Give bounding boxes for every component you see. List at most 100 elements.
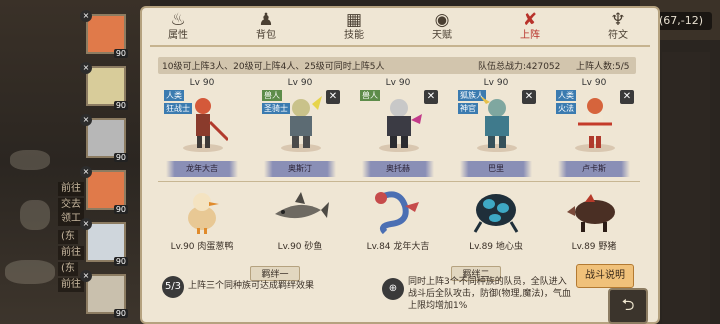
close-icon[interactable]: × [80,270,92,282]
roster-slot[interactable]: × 90 [80,270,132,320]
beast-art [473,194,519,233]
bag-icon: ♟ [258,10,274,30]
card-level: Lv 90 [581,78,607,88]
hero-level: 90 [113,101,128,110]
tab-label: 属性 [168,30,188,41]
battle-info-button[interactable]: 战斗说明 [576,264,634,288]
card-level: Lv 90 [483,78,509,88]
tab-runes[interactable]: ♆ 符文 [590,8,646,46]
tab-label: 上阵 [520,30,540,41]
rune-icon: ♆ [610,10,626,30]
close-icon[interactable]: × [80,166,92,178]
bond-line: 同时上阵3个不同种族的队员，全队进入 [408,277,567,287]
tab-bar: ♨ 属性 ♟ 背包 ▦ 技能 ◉ 天赋 ✘ 上阵 ♆ 符文 [150,8,650,46]
roster-slot[interactable]: × 90 [80,62,132,112]
hero-level: 90 [113,153,128,162]
tab-divider [150,45,650,47]
quest-text[interactable]: (东 [58,262,78,276]
hero-name: 奥托赫 [362,161,434,177]
lineup-card[interactable]: Lv 90 人类 狂战士 龙年大吉 [158,76,246,181]
hero-art [281,96,322,152]
tab-label: 技能 [344,30,364,41]
tab-attributes[interactable]: ♨ 属性 [150,8,206,46]
beast-art [567,194,615,232]
bond-icon: ⊕ [382,278,404,300]
beast-art [188,193,219,234]
remove-icon[interactable]: ✕ [620,90,634,104]
hero-name: 巴里 [460,161,532,177]
tab-talent[interactable]: ◉ 天赋 [414,8,470,46]
close-icon[interactable]: × [80,218,92,230]
book-icon: ▦ [345,10,363,30]
hero-art [379,99,422,152]
bond-badge: 5/3 [162,276,184,298]
hero-art [477,96,517,152]
beast-art [375,191,419,234]
beast-name: Lv.89 野猪 [571,242,617,252]
card-level: Lv 90 [189,78,215,88]
lineup-card[interactable]: Lv 90 兽人 ✕ 奥托赫 [354,76,442,181]
bond-description: 上阵三个同种族可达成羁绊效果 [188,281,315,291]
hero-name: 龙年大吉 [166,161,238,177]
bond-two-panel: 羁绊二 ⊕ 同时上阵3个不同种族的队员，全队进入 战斗后全队攻击，防御(物理,魔… [380,262,572,312]
beast-name: Lv.90 肉蛋葱鸭 [170,242,234,252]
beast-card[interactable]: Lv.89 地心虫 [452,184,540,254]
roster-slot[interactable]: × 90 [80,10,132,60]
tab-label: 背包 [256,30,276,41]
lineup-count: 上阵人数:5/5 [576,62,630,72]
bond-header: 羁绊一 [160,262,390,281]
close-icon[interactable]: × [80,62,92,74]
quest-text[interactable]: (东 [58,230,78,244]
beast-card[interactable]: Lv.89 野猪 [550,184,638,254]
hero-art [183,98,228,152]
tab-bag[interactable]: ♟ 背包 [238,8,294,46]
bond-header: 羁绊二 [380,262,572,281]
roster-slot[interactable]: × 90 [80,218,132,268]
lineup-card[interactable]: Lv 90 人类 火法 ✕ 卢卡斯 [550,76,638,181]
tab-label: 符文 [608,30,628,41]
beast-name: Lv.90 砂鱼 [277,242,323,252]
bond-title: 羁绊一 [250,266,300,281]
lineup-card[interactable]: Lv 90 兽人 圣骑士 ✕ 奥斯汀 [256,76,344,181]
return-arrow-icon[interactable]: ⮌ [608,288,648,324]
bond-one-panel: 羁绊一 5/3 上阵三个同种族可达成羁绊效果 [160,262,390,312]
tab-skills[interactable]: ▦ 技能 [326,8,382,46]
eye-icon: ◉ [434,10,450,30]
bond-line: 上限均增加1% [408,301,468,311]
remove-icon[interactable]: ✕ [326,90,340,104]
lineup-card[interactable]: Lv 90 狐族人 神官 ✕ 巴里 [452,76,540,181]
beast-card[interactable]: Lv.90 砂鱼 [256,184,344,254]
section-divider [158,181,640,182]
remove-icon[interactable]: ✕ [424,90,438,104]
tab-label: 天赋 [432,30,452,41]
hero-portrait [86,274,126,314]
roster-slot[interactable]: × 90 [80,114,132,164]
beast-card[interactable]: Lv.90 肉蛋葱鸭 [158,184,246,254]
tab-lineup[interactable]: ✘ 上阵 [502,8,558,46]
bond-line: 战斗后全队攻击，防御(物理,魔法)，气血 [408,289,571,299]
hero-portrait [86,66,126,106]
beast-art [275,192,329,219]
beast-companions: Lv.90 肉蛋葱鸭 Lv.90 砂鱼 Lv.84 龙年大吉 Lv.89 地心虫 [158,184,640,254]
swords-icon: ✘ [522,10,538,30]
remove-icon[interactable]: ✕ [522,90,536,104]
close-icon[interactable]: × [80,114,92,126]
team-power: 队伍总战力:427052 [478,62,561,72]
hero-portrait [86,118,126,158]
lineup-info-bar: 10级可上阵3人、20级可上阵4人、25级可同时上阵5人 队伍总战力:42705… [158,57,636,74]
beast-name: Lv.89 地心虫 [469,242,523,252]
hero-portrait [86,14,126,54]
roster-slot[interactable]: × 90 [80,166,132,216]
hero-art [575,98,615,152]
lineup-cards: Lv 90 人类 狂战士 龙年大吉 Lv 90 兽人 圣骑士 ✕ 奥斯汀 Lv … [158,76,640,181]
hero-level: 90 [113,257,128,266]
world-background [662,52,710,324]
hero-portrait [86,222,126,262]
close-icon[interactable]: × [80,10,92,22]
beast-card[interactable]: Lv.84 龙年大吉 [354,184,442,254]
card-level: Lv 90 [287,78,313,88]
hero-name: 卢卡斯 [558,161,630,177]
hero-portrait [86,170,126,210]
bond-description: 同时上阵3个不同种族的队员，全队进入 战斗后全队攻击，防御(物理,魔法)，气血 … [408,276,576,312]
flame-icon: ♨ [170,10,186,30]
